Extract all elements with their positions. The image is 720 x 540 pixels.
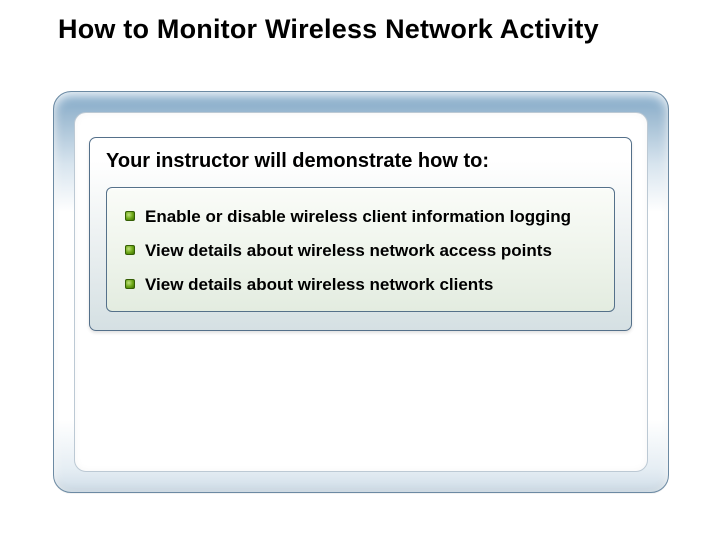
list-item: View details about wireless network acce…	[125, 240, 598, 262]
bullet-text: Enable or disable wireless client inform…	[145, 206, 571, 228]
demo-card: Your instructor will demonstrate how to:…	[89, 137, 632, 331]
content-panel-outer: Your instructor will demonstrate how to:…	[53, 91, 669, 493]
list-item: Enable or disable wireless client inform…	[125, 206, 598, 228]
bullet-icon	[125, 279, 135, 289]
bullet-list: Enable or disable wireless client inform…	[106, 187, 615, 312]
content-panel-inner: Your instructor will demonstrate how to:…	[74, 112, 648, 472]
bullet-icon	[125, 245, 135, 255]
bullet-icon	[125, 211, 135, 221]
bullet-text: View details about wireless network acce…	[145, 240, 552, 262]
slide: How to Monitor Wireless Network Activity…	[0, 0, 720, 540]
slide-title: How to Monitor Wireless Network Activity	[58, 14, 618, 45]
bullet-text: View details about wireless network clie…	[145, 274, 493, 296]
card-heading: Your instructor will demonstrate how to:	[106, 148, 615, 177]
list-item: View details about wireless network clie…	[125, 274, 598, 296]
